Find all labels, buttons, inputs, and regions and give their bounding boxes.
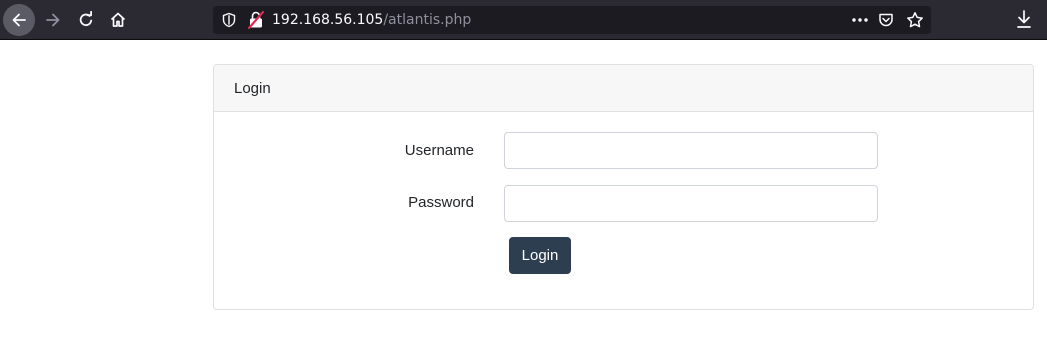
password-input[interactable] bbox=[504, 185, 878, 222]
login-card: Login Username Password Login bbox=[213, 64, 1034, 310]
more-dots-icon[interactable] bbox=[851, 12, 869, 28]
download-icon[interactable] bbox=[1015, 9, 1033, 29]
username-label: Username bbox=[404, 142, 474, 159]
url-path: /atlantis.php bbox=[383, 12, 472, 28]
back-arrow-icon bbox=[12, 13, 26, 27]
address-bar[interactable]: 192.168.56.105/atlantis.php bbox=[213, 6, 931, 34]
back-button[interactable] bbox=[3, 4, 35, 36]
bookmark-star-icon[interactable] bbox=[906, 11, 924, 29]
pocket-icon[interactable] bbox=[878, 12, 894, 28]
url-host: 192.168.56.105 bbox=[272, 12, 384, 28]
login-button[interactable]: Login bbox=[509, 237, 571, 274]
reload-button[interactable] bbox=[70, 4, 102, 36]
url-text[interactable]: 192.168.56.105/atlantis.php bbox=[272, 11, 471, 29]
card-header: Login bbox=[214, 65, 1033, 112]
home-button[interactable] bbox=[102, 4, 134, 36]
username-input[interactable] bbox=[504, 132, 878, 169]
reload-icon bbox=[79, 11, 93, 27]
tracking-shield-icon[interactable] bbox=[221, 12, 237, 28]
forward-arrow-icon bbox=[46, 13, 60, 27]
insecure-lock-icon[interactable] bbox=[248, 11, 264, 29]
browser-toolbar: 192.168.56.105/atlantis.php bbox=[0, 0, 1047, 40]
home-icon bbox=[110, 12, 126, 27]
password-label: Password bbox=[408, 194, 474, 211]
forward-button[interactable] bbox=[37, 4, 69, 36]
